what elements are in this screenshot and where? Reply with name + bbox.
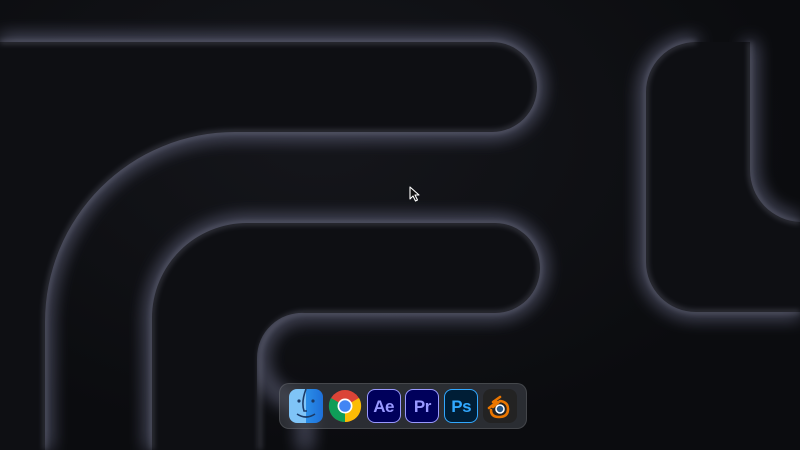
desktop[interactable]: Ae Pr Ps: [0, 0, 800, 450]
dock-item-finder[interactable]: [289, 389, 323, 423]
premiere-pro-icon: Pr: [413, 396, 431, 416]
chrome-icon: [328, 390, 361, 423]
dock-item-premiere-pro[interactable]: Pr: [405, 389, 440, 423]
dock: Ae Pr Ps: [279, 383, 527, 429]
dock-item-photoshop[interactable]: Ps: [444, 389, 479, 423]
dock-item-blender[interactable]: [482, 389, 517, 423]
dock-item-after-effects[interactable]: Ae: [366, 389, 401, 423]
dock-item-chrome[interactable]: [328, 389, 362, 423]
after-effects-icon: Ae: [373, 396, 394, 416]
arrow-cursor-icon: [409, 186, 420, 202]
photoshop-icon: Ps: [451, 396, 472, 416]
blender-icon: [487, 395, 510, 419]
finder-icon: [296, 389, 316, 418]
